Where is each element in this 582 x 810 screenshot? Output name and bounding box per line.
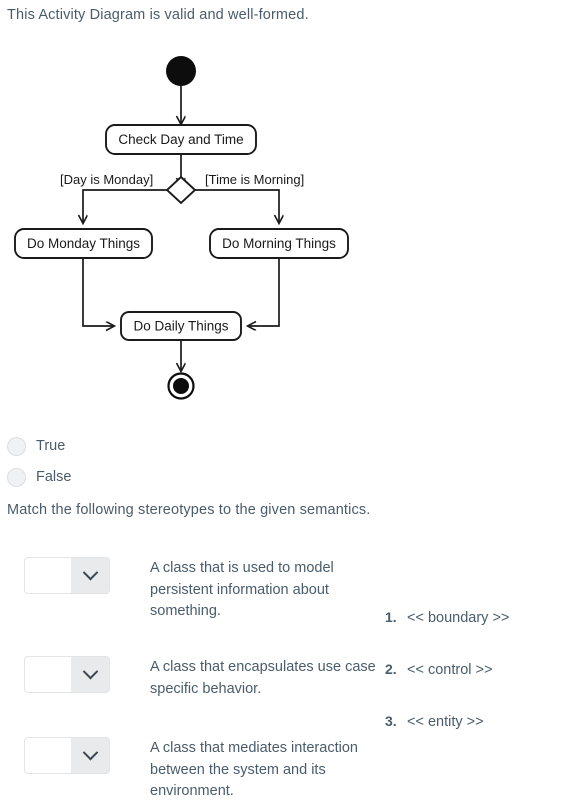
flow-decision-to-morning xyxy=(195,189,279,223)
option-true-label: True xyxy=(36,438,66,454)
matching-instruction: Match the following stereotypes to the g… xyxy=(7,502,371,518)
action-check-day-and-time: Check Day and Time xyxy=(105,124,257,155)
activity-diagram: Check Day and Time [Day is Monday] [Time… xyxy=(0,40,582,415)
answer-option-2: 2. << control >> xyxy=(385,661,492,678)
match-row: A class that is used to model persistent… xyxy=(24,557,382,623)
svg-text:Check Day and Time: Check Day and Time xyxy=(118,132,243,147)
guard-time-is-morning: [Time is Morning] xyxy=(205,172,304,187)
flow-monday-to-daily xyxy=(82,258,114,326)
decision-diamond xyxy=(165,175,197,205)
final-node xyxy=(167,372,195,400)
option-false-label: False xyxy=(36,469,72,485)
action-do-morning-things: Do Morning Things xyxy=(209,228,349,259)
flow-morning-to-daily xyxy=(248,258,280,326)
svg-text:Do Monday Things: Do Monday Things xyxy=(27,236,140,251)
chevron-down-icon[interactable] xyxy=(71,558,109,593)
chevron-down-icon[interactable] xyxy=(71,657,109,692)
action-do-daily-things: Do Daily Things xyxy=(120,311,242,341)
match-row: A class that mediates interaction betwee… xyxy=(24,737,382,803)
flow-decision-to-monday xyxy=(83,189,167,223)
match-description-0: A class that is used to model persistent… xyxy=(150,560,334,619)
radio-button-true[interactable] xyxy=(7,436,26,456)
answer-number-2: 2. xyxy=(385,661,397,677)
stereotype-select-2[interactable] xyxy=(24,737,110,774)
guard-day-is-monday: [Day is Monday] xyxy=(60,172,153,187)
match-row: A class that encapsulates use case speci… xyxy=(24,656,382,700)
answer-label-3: << entity >> xyxy=(407,714,484,730)
matching-section: A class that is used to model persistent… xyxy=(0,530,582,810)
radio-button-false[interactable] xyxy=(7,467,26,487)
question-statement: This Activity Diagram is valid and well-… xyxy=(7,7,309,23)
initial-node xyxy=(166,56,196,86)
svg-text:Do Morning Things: Do Morning Things xyxy=(222,236,336,251)
answer-label-1: << boundary >> xyxy=(407,610,510,626)
answer-option-3: 3. << entity >> xyxy=(385,713,484,730)
stereotype-select-1[interactable] xyxy=(24,656,110,693)
match-description-2: A class that mediates interaction betwee… xyxy=(150,740,358,799)
match-description-1: A class that encapsulates use case speci… xyxy=(150,659,376,697)
answer-number-3: 3. xyxy=(385,713,397,729)
answer-label-2: << control >> xyxy=(407,662,493,678)
option-false[interactable]: False xyxy=(7,466,71,488)
answer-option-1: 1. << boundary >> xyxy=(385,609,509,626)
svg-text:Do Daily Things: Do Daily Things xyxy=(133,319,228,334)
stereotype-select-0[interactable] xyxy=(24,557,110,594)
answer-number-1: 1. xyxy=(385,609,397,625)
action-do-monday-things: Do Monday Things xyxy=(14,228,153,259)
option-true[interactable]: True xyxy=(7,435,65,457)
chevron-down-icon[interactable] xyxy=(71,738,109,773)
